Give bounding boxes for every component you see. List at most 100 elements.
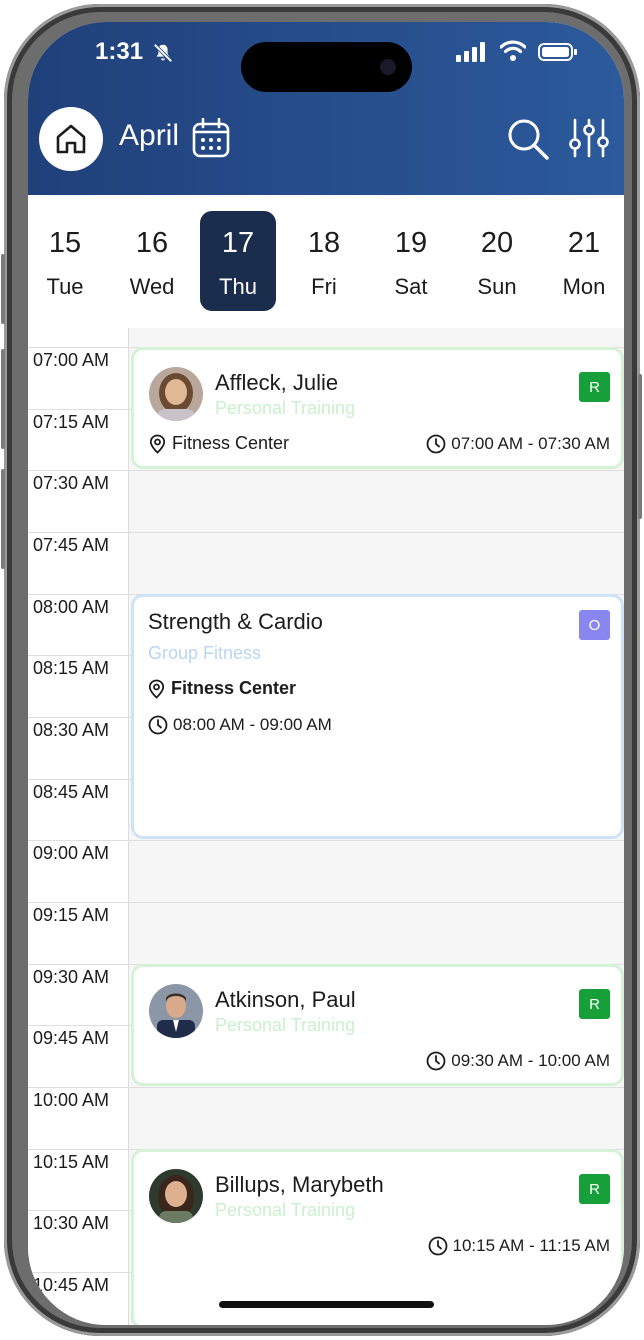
event-time: 08:00 AM - 09:00 AM	[148, 715, 332, 735]
event-time-label: 08:00 AM - 09:00 AM	[173, 715, 332, 734]
day-fri[interactable]: 18 Fri	[286, 211, 362, 311]
day-weekday: Mon	[562, 274, 606, 299]
clock-icon	[426, 434, 446, 454]
event-location-label: Fitness Center	[171, 678, 297, 698]
event-type: Group Fitness	[148, 643, 262, 663]
day-weekday: Fri	[311, 274, 337, 299]
day-number: 17	[221, 227, 255, 259]
status-time: 1:31	[95, 38, 144, 65]
event-time-label: 07:00 AM - 07:30 AM	[451, 434, 610, 453]
cellular-signal-icon	[456, 42, 485, 62]
event-location: Fitness Center	[148, 678, 296, 699]
day-number: 18	[307, 227, 341, 259]
app-header: 1:31 April	[28, 22, 624, 195]
event-time: 09:30 AM - 10:00 AM	[426, 1051, 610, 1071]
day-weekday: Tue	[46, 274, 84, 299]
day-thu-selected[interactable]: 17 Thu	[200, 211, 276, 311]
day-tue[interactable]: 15 Tue	[28, 211, 103, 311]
time-slot-label: 09:00 AM	[33, 843, 110, 863]
time-slot-label: 10:15 AM	[33, 1152, 110, 1172]
time-slot-label: 09:30 AM	[33, 967, 110, 987]
dynamic-island	[241, 42, 412, 92]
day-sun[interactable]: 20 Sun	[459, 211, 535, 311]
event-time: 07:00 AM - 07:30 AM	[426, 434, 610, 454]
time-slot-label: 09:45 AM	[33, 1028, 110, 1048]
clock-icon	[428, 1236, 447, 1256]
time-slot-label: 07:00 AM	[33, 350, 110, 370]
time-slot-label: 07:30 AM	[33, 473, 110, 493]
event-title: Strength & Cardio	[148, 609, 323, 634]
day-number: 15	[48, 227, 82, 259]
avatar	[149, 367, 203, 421]
screen: 1:31 April 15 Tue 16 Wed 17 Thu 18 Fri 1…	[28, 22, 624, 1325]
time-slot-label: 07:45 AM	[33, 535, 110, 555]
clock-icon	[148, 715, 168, 735]
map-pin-icon	[148, 679, 165, 699]
bell-slash-icon	[153, 43, 173, 63]
event-tag-badge: O	[579, 610, 610, 640]
day-weekday: Thu	[219, 274, 257, 299]
side-button	[638, 374, 642, 519]
event-title: Atkinson, Paul	[215, 987, 356, 1012]
event-time-label: 10:15 AM - 11:15 AM	[452, 1236, 611, 1255]
event-location-label: Fitness Center	[172, 433, 290, 453]
event-location: Fitness Center	[149, 433, 289, 454]
home-button[interactable]	[39, 107, 103, 171]
event-card-billups[interactable]: Billups, Marybeth Personal Training R 10…	[131, 1149, 624, 1325]
avatar	[149, 984, 203, 1038]
month-label[interactable]: April	[119, 119, 179, 153]
phone-frame: 1:31 April 15 Tue 16 Wed 17 Thu 18 Fri 1…	[1, 4, 642, 1336]
event-time-label: 09:30 AM - 10:00 AM	[451, 1051, 610, 1070]
event-tag-badge: R	[579, 1174, 610, 1204]
map-pin-icon	[149, 434, 166, 454]
time-slot-label: 07:15 AM	[33, 412, 110, 432]
day-number: 20	[480, 227, 514, 259]
slot-divider	[28, 1087, 624, 1088]
event-type: Personal Training	[215, 398, 356, 418]
clock-icon	[426, 1051, 446, 1071]
slot-divider	[28, 902, 624, 903]
day-sat[interactable]: 19 Sat	[373, 211, 449, 311]
wifi-icon	[500, 40, 526, 61]
event-card-atkinson[interactable]: Atkinson, Paul Personal Training R 09:30…	[131, 964, 624, 1086]
home-indicator[interactable]	[219, 1301, 434, 1308]
avatar	[149, 1169, 203, 1223]
day-number: 21	[567, 227, 601, 259]
battery-icon	[538, 43, 577, 61]
side-button	[1, 349, 5, 449]
day-weekday: Wed	[129, 274, 175, 299]
time-slot-label: 09:15 AM	[33, 905, 110, 925]
event-card-affleck[interactable]: Affleck, Julie Personal Training R Fitne…	[131, 347, 624, 469]
search-icon[interactable]	[506, 117, 550, 161]
slot-divider	[28, 840, 624, 841]
event-title: Affleck, Julie	[215, 370, 339, 395]
calendar-icon[interactable]	[192, 118, 230, 158]
time-slot-label: 08:00 AM	[33, 597, 110, 617]
event-tag-badge: R	[579, 989, 610, 1019]
day-wed[interactable]: 16 Wed	[114, 211, 190, 311]
side-button	[1, 254, 5, 324]
date-strip: 15 Tue 16 Wed 17 Thu 18 Fri 19 Sat 20 Sun 21 Mo…	[28, 195, 624, 328]
time-slot-label: 10:00 AM	[33, 1090, 110, 1110]
event-tag-badge: R	[579, 372, 610, 402]
home-icon	[56, 124, 86, 154]
schedule-grid: 07:00 AM 07:15 AM 07:30 AM 07:45 AM 08:0…	[28, 328, 624, 1325]
day-weekday: Sat	[394, 274, 428, 299]
time-slot-label: 08:15 AM	[33, 658, 110, 678]
event-time: 10:15 AM - 11:15 AM	[428, 1236, 611, 1256]
event-card-strength-cardio[interactable]: Strength & Cardio Group Fitness O Fitnes…	[131, 594, 624, 839]
slot-divider	[28, 470, 624, 471]
slot-divider	[28, 532, 624, 533]
day-number: 16	[135, 227, 169, 259]
day-mon[interactable]: 21 Mon	[546, 211, 622, 311]
event-type: Personal Training	[215, 1200, 356, 1220]
side-button	[1, 469, 5, 569]
day-number: 19	[394, 227, 428, 259]
time-slot-label: 10:30 AM	[33, 1213, 110, 1233]
event-type: Personal Training	[215, 1015, 356, 1035]
time-slot-label: 10:45 AM	[33, 1275, 110, 1295]
time-slot-label: 08:30 AM	[33, 720, 110, 740]
day-weekday: Sun	[477, 274, 517, 299]
time-slot-label: 08:45 AM	[33, 782, 110, 802]
filter-sliders-icon[interactable]	[568, 118, 610, 158]
